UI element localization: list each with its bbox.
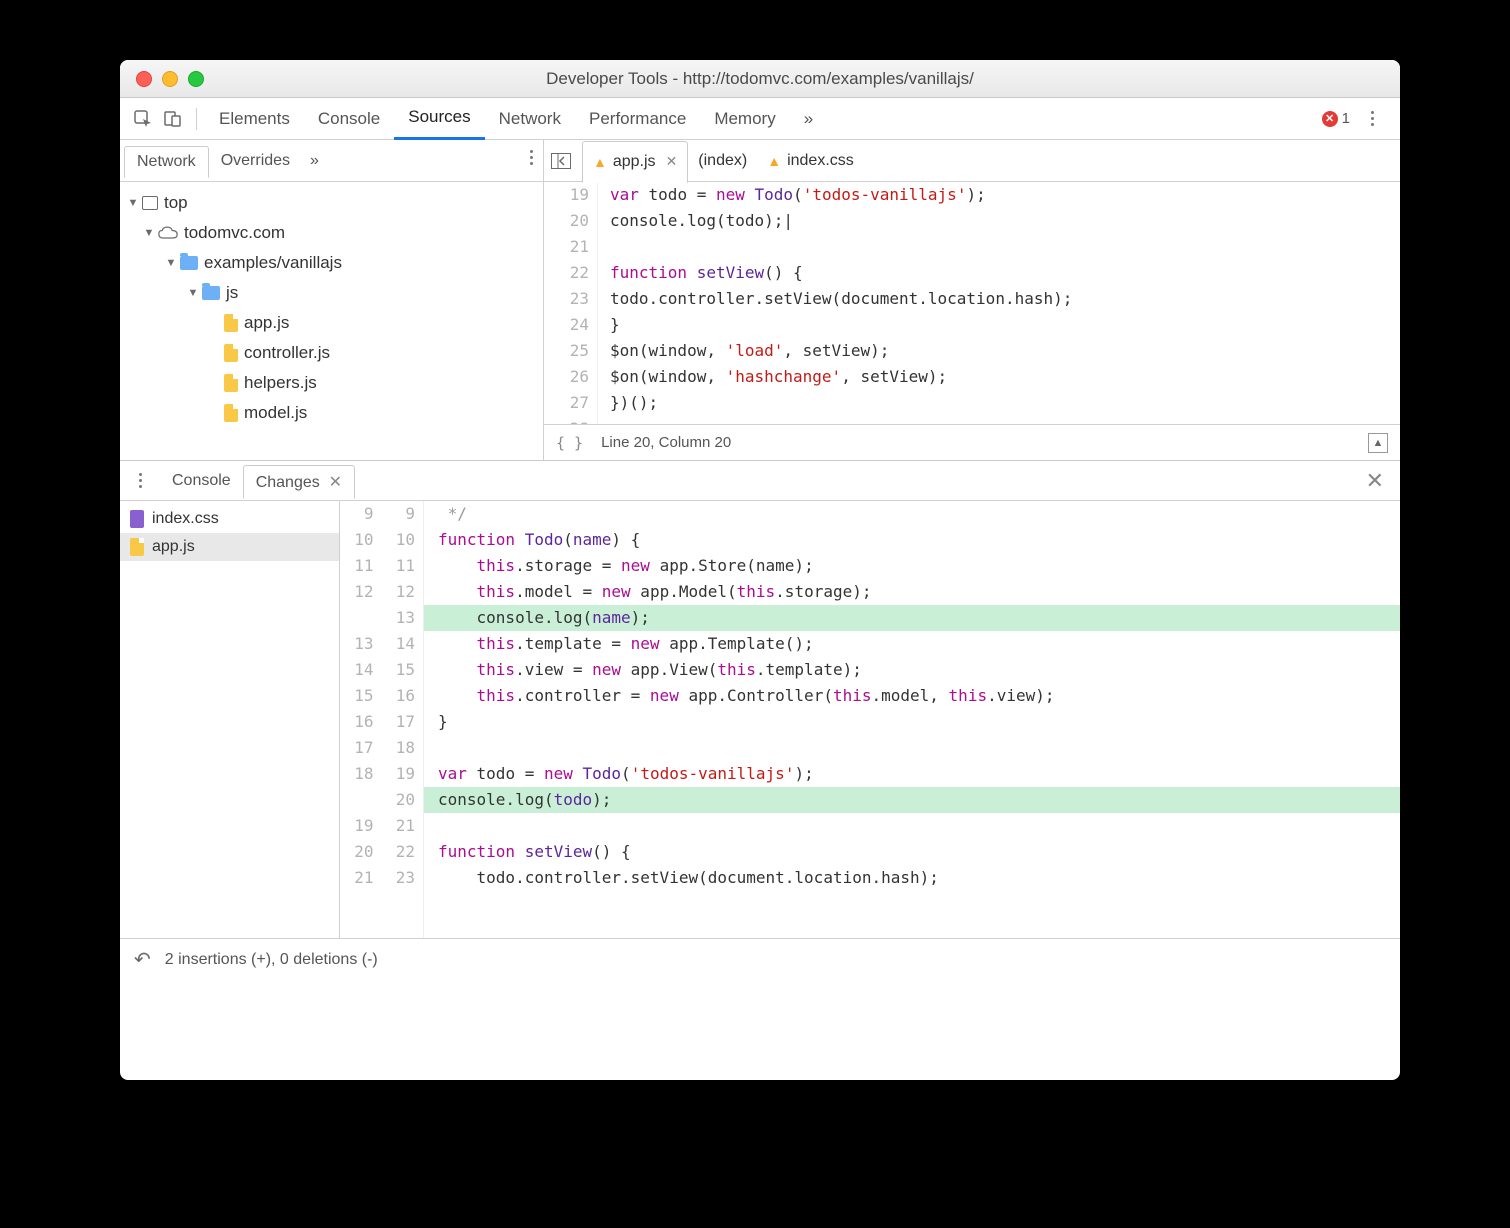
main-tab-row: Elements Console Sources Network Perform… (120, 98, 1400, 140)
navigator-menu-icon[interactable] (530, 150, 533, 165)
revert-icon[interactable]: ↶ (134, 947, 151, 972)
css-file-icon (130, 510, 144, 528)
tree-file-appjs[interactable]: app.js (120, 308, 543, 338)
filetab-indexcss[interactable]: ▲index.css (757, 140, 864, 182)
tree-file-controllerjs[interactable]: controller.js (120, 338, 543, 368)
error-icon: ✕ (1322, 111, 1338, 127)
navigator-tabs: Network Overrides » (120, 140, 543, 182)
inspect-element-icon[interactable] (132, 108, 154, 130)
changes-file-appjs[interactable]: app.js (120, 533, 339, 561)
error-badge[interactable]: ✕ 1 (1322, 110, 1350, 127)
tab-overflow[interactable]: » (790, 98, 827, 140)
warning-icon: ▲ (593, 154, 607, 170)
tab-performance[interactable]: Performance (575, 98, 700, 140)
close-drawer-icon[interactable]: ✕ (1366, 468, 1394, 494)
navtab-overflow[interactable]: » (310, 152, 319, 170)
tab-network[interactable]: Network (485, 98, 575, 140)
filetab-appjs[interactable]: ▲app.js✕ (582, 141, 688, 183)
drawer-footer: ↶ 2 insertions (+), 0 deletions (-) (120, 938, 1400, 980)
tree-domain[interactable]: ▼todomvc.com (120, 218, 543, 248)
diff-code: */function Todo(name) { this.storage = n… (424, 501, 1400, 938)
tree-file-modeljs[interactable]: model.js (120, 398, 543, 428)
diff-view[interactable]: 9910101111121213131414151516161717181819… (340, 501, 1400, 938)
zoom-window-button[interactable] (188, 71, 204, 87)
editor-statusbar: { } Line 20, Column 20 ▲ (544, 424, 1400, 460)
tab-sources[interactable]: Sources (394, 98, 484, 140)
cursor-position: Line 20, Column 20 (601, 434, 731, 451)
changes-file-indexcss[interactable]: index.css (120, 505, 339, 533)
minimize-window-button[interactable] (162, 71, 178, 87)
diff-summary: 2 insertions (+), 0 deletions (-) (165, 951, 378, 969)
navtab-network[interactable]: Network (124, 146, 209, 178)
changes-file-list: index.css app.js (120, 501, 340, 938)
drawer-menu-icon[interactable] (130, 473, 150, 488)
settings-menu-icon[interactable] (1362, 111, 1382, 126)
navtab-overrides[interactable]: Overrides (209, 146, 302, 176)
close-window-button[interactable] (136, 71, 152, 87)
tab-elements[interactable]: Elements (205, 98, 304, 140)
drawer-tabs: Console Changes ✕ ✕ (120, 461, 1400, 501)
close-tab-icon[interactable]: ✕ (666, 153, 678, 170)
source-editor[interactable]: 19202122232425262728 var todo = new Todo… (544, 182, 1400, 424)
close-tab-icon[interactable]: ✕ (329, 474, 342, 491)
tree-folder[interactable]: ▼examples/vanillajs (120, 248, 543, 278)
drawer-tab-changes[interactable]: Changes ✕ (243, 465, 355, 499)
coverage-toggle-icon[interactable]: ▲ (1368, 433, 1388, 453)
tree-file-helpersjs[interactable]: helpers.js (120, 368, 543, 398)
file-tree: ▼top ▼todomvc.com ▼examples/vanillajs ▼j… (120, 182, 543, 460)
tree-jsdir[interactable]: ▼js (120, 278, 543, 308)
warning-icon: ▲ (767, 153, 781, 169)
file-tabs: ▲app.js✕ (index) ▲index.css (544, 140, 1400, 182)
diff-gutter: 9910101111121213131414151516161717181819… (340, 501, 424, 938)
line-gutter: 19202122232425262728 (544, 182, 598, 424)
js-file-icon (130, 538, 144, 556)
tab-console[interactable]: Console (304, 98, 394, 140)
devtools-window: Developer Tools - http://todomvc.com/exa… (120, 60, 1400, 1080)
code-area[interactable]: var todo = new Todo('todos-vanillajs'); … (598, 182, 1400, 424)
error-count: 1 (1342, 110, 1350, 127)
filetab-index[interactable]: (index) (688, 140, 757, 182)
traffic-lights (120, 71, 204, 87)
tab-memory[interactable]: Memory (700, 98, 789, 140)
drawer: Console Changes ✕ ✕ index.css app.js 991… (120, 460, 1400, 980)
titlebar: Developer Tools - http://todomvc.com/exa… (120, 60, 1400, 98)
tree-top[interactable]: ▼top (120, 188, 543, 218)
window-title: Developer Tools - http://todomvc.com/exa… (120, 69, 1400, 89)
toggle-navigator-icon[interactable] (550, 150, 572, 172)
pretty-print-icon[interactable]: { } (556, 434, 583, 452)
separator (196, 108, 197, 130)
toggle-device-icon[interactable] (162, 108, 184, 130)
drawer-tab-console[interactable]: Console (160, 466, 243, 496)
